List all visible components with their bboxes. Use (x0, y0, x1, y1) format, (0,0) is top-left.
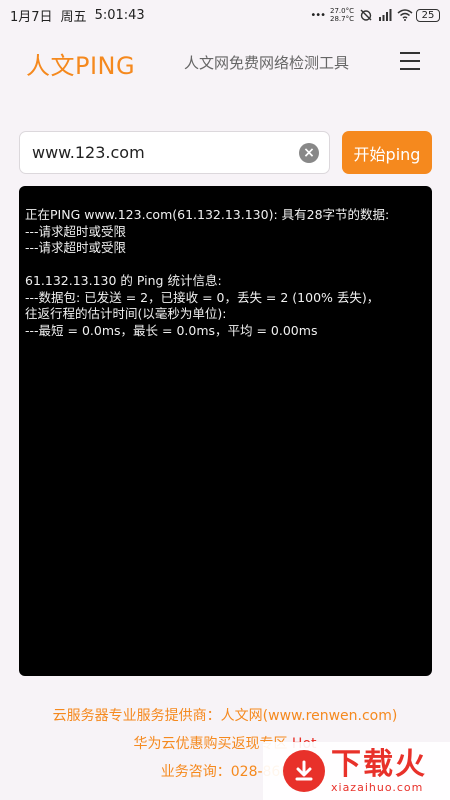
temp-high: 27.0°C (330, 7, 354, 15)
console-line: 正在PING www.123.com(61.132.13.130): 具有28字… (25, 207, 390, 222)
console-line: ---请求超时或受限 (25, 240, 127, 255)
host-input[interactable] (32, 143, 299, 162)
app-logo[interactable]: 人文PING (26, 46, 135, 81)
ping-output-console: 正在PING www.123.com(61.132.13.130): 具有28字… (19, 186, 432, 676)
download-logo-icon (283, 750, 325, 792)
start-ping-button[interactable]: 开始ping (342, 131, 432, 174)
console-line: ---最短 = 0.0ms，最长 = 0.0ms，平均 = 0.00ms (25, 322, 318, 338)
status-date: 1月7日 (10, 9, 53, 25)
console-line: 往返行程的估计时间(以毫秒为单位): (25, 306, 227, 321)
status-weekday: 周五 (60, 9, 87, 25)
watermark: 下载火 xiazaihuo.com (263, 742, 450, 800)
app-header: 人文PING 人文网免费网络检测工具 (0, 40, 450, 86)
status-bar: 1月7日 周五 5:01:43 ••• 27.0°C 28.7°C 25 (0, 0, 450, 30)
more-notifications-icon: ••• (310, 9, 326, 21)
console-line: ---请求超时或受限 (25, 223, 127, 239)
hamburger-menu-icon[interactable] (400, 52, 420, 70)
footer-provider-link[interactable]: 云服务器专业服务提供商：人文网(www.renwen.com) (0, 702, 450, 730)
page-subtitle: 人文网免费网络检测工具 (184, 54, 350, 72)
host-input-container: × (19, 131, 330, 174)
temp-low: 28.7°C (330, 15, 354, 23)
alarm-off-icon (359, 9, 373, 21)
battery-icon: 25 (416, 8, 440, 22)
watermark-title: 下载火 (331, 747, 427, 782)
status-time: 5:01:43 (94, 7, 145, 23)
clear-input-icon[interactable]: × (299, 142, 319, 163)
wifi-icon (397, 9, 413, 21)
console-line: 61.132.13.130 的 Ping 统计信息: (25, 273, 222, 288)
watermark-url: xiazaihuo.com (331, 781, 424, 794)
temperature-readout: 27.0°C 28.7°C (330, 7, 354, 23)
console-line: ---数据包: 已发送 = 2，已接收 = 0，丢失 = 2 (100% 丢失)… (25, 289, 380, 305)
signal-icon (378, 9, 392, 21)
